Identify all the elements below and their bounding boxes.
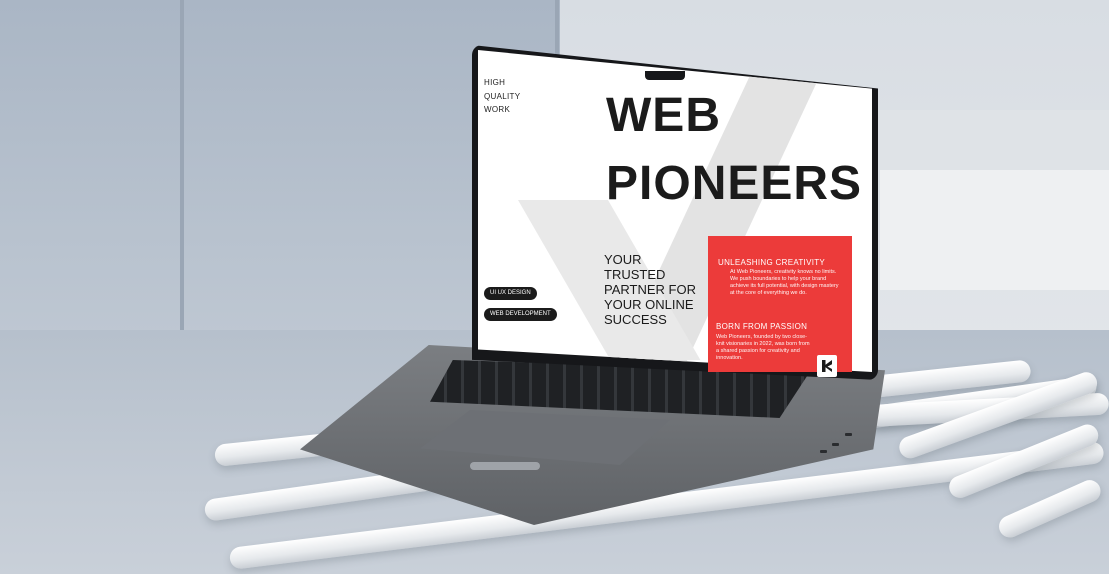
tagline-line: TRUSTED: [604, 267, 666, 282]
side-label-line: WORK: [484, 105, 511, 114]
service-pill-uiux[interactable]: UI UX DESIGN: [484, 287, 537, 300]
usb-port-icon: [845, 433, 852, 436]
stair-step: [880, 170, 1109, 290]
stair-step: [880, 110, 1109, 170]
panel-heading: BORN FROM PASSION: [716, 322, 808, 331]
camera-notch: [645, 71, 685, 80]
headline-line-1: WEB: [606, 89, 721, 142]
panel-body: Web Pioneers, founded by two close-knit …: [716, 334, 810, 361]
usb-port-icon: [832, 443, 839, 446]
service-pill-webdev[interactable]: WEB DEVELOPMENT: [484, 308, 557, 321]
side-label-line: HIGH: [484, 78, 506, 87]
web-pioneers-logo-icon: [817, 355, 837, 377]
usb-port-icon: [820, 450, 827, 453]
tagline-line: YOUR ONLINE: [604, 297, 694, 312]
tagline-line: SUCCESS: [604, 312, 667, 327]
tagline-line: YOUR: [604, 252, 642, 267]
info-panel: UNLEASHING CREATIVITY At Web Pioneers, c…: [708, 236, 852, 372]
headline-line-2: PIONEERS: [606, 157, 863, 210]
side-label-line: QUALITY: [484, 92, 521, 101]
laptop-photo-scene: HIGH QUALITY WORK WEB PIONEERS YOUR TRUS…: [0, 0, 1109, 574]
tagline-line: PARTNER FOR: [604, 282, 696, 297]
panel-body: At Web Pioneers, creativity knows no lim…: [730, 269, 839, 296]
panel-heading: UNLEASHING CREATIVITY: [718, 258, 826, 267]
laptop-front-notch: [470, 462, 540, 470]
